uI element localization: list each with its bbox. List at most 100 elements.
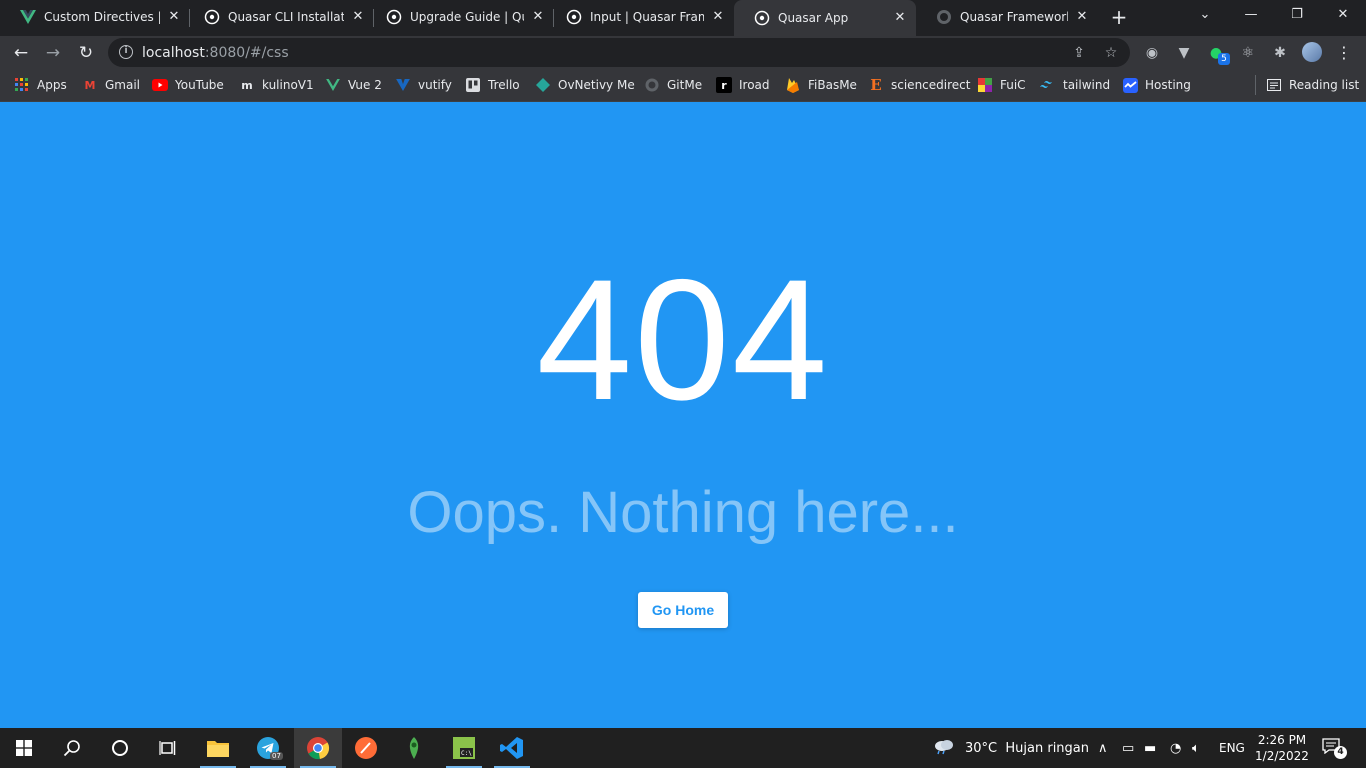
robo3t-icon[interactable] [390,728,438,768]
chrome-icon[interactable] [294,728,342,768]
bookmark-gmail[interactable]: M Gmail [82,76,141,94]
kulino-icon: m [241,78,253,92]
bookmark-vutify[interactable]: vutify [395,76,452,94]
github-icon [644,77,660,93]
search-icon[interactable] [48,728,96,768]
bookmark-ovnetivy[interactable]: OvNetivy Me [535,76,635,94]
telegram-icon[interactable]: 07 [244,728,292,768]
volume-icon[interactable]: 🔈︎ [1192,728,1200,768]
url-text[interactable]: localhost:8080/#/css [142,45,289,61]
forward-arrow-icon[interactable]: → [40,40,66,66]
tab-title: Quasar App [778,11,849,25]
bookmark-label: GitMe [667,78,703,92]
tab-close-icon[interactable]: ✕ [530,9,546,25]
bookmark-fibasme[interactable]: FiBasMe [785,76,857,94]
firebase-icon [785,77,801,93]
quasar-icon [386,9,402,25]
windows-start-icon[interactable] [0,728,48,768]
tab-close-icon[interactable]: ✕ [710,9,726,25]
vue-devtools-icon[interactable]: ▼ [1174,43,1194,63]
vscode-icon[interactable] [488,728,536,768]
bookmark-label: Vue 2 [348,78,382,92]
tab-title: Custom Directives | Vue [44,10,160,24]
bookmark-fuic[interactable]: FuiC [977,76,1026,94]
bookmark-label: vutify [418,78,452,92]
error-page: 404 Oops. Nothing here... Go Home [0,102,1366,728]
bookmark-tailwind[interactable]: tailwind [1040,76,1110,94]
hosting-icon [1122,77,1138,93]
bookmark-label: Iroad [739,78,770,92]
postman-icon[interactable] [342,728,390,768]
share-icon[interactable]: ⇪ [1070,44,1088,62]
meet-now-icon[interactable]: ▭ [1122,728,1134,768]
bookmark-sciencedirect[interactable]: E sciencedirect [868,76,970,94]
tab-quasar-cli[interactable]: Quasar CLI Installation ✕ [184,0,374,34]
extensions-puzzle-icon[interactable]: ✱ [1270,43,1290,63]
terminal-icon[interactable]: C:\ [440,728,488,768]
windows-taskbar: 07 C:\ 30°C Hujan ringan ∧ ▭ ▬ ◔ 🔈︎ ENG … [0,728,1366,768]
youtube-icon [152,77,168,93]
battery-icon[interactable]: ▬ [1144,728,1156,768]
bookmark-youtube[interactable]: YouTube [152,76,224,94]
go-home-button[interactable]: Go Home [638,592,728,628]
bookmark-apps[interactable]: Apps [14,76,67,94]
bookmark-label: Apps [37,78,67,92]
bookmark-gitme[interactable]: GitMe [644,76,702,94]
menu-dots-icon[interactable]: ⋮ [1336,43,1352,63]
bookmark-label: OvNetivy Me [558,78,635,92]
vue-icon [20,9,36,25]
trello-icon [465,77,481,93]
tab-upgrade-guide[interactable]: Upgrade Guide | Quasar ✕ [366,0,554,34]
tab-close-icon[interactable]: ✕ [350,9,366,25]
language-indicator[interactable]: ENG [1219,728,1245,768]
react-devtools-icon[interactable]: ⚛ [1238,43,1258,63]
bookmark-label: Hosting [1145,78,1191,92]
tab-close-icon[interactable]: ✕ [1074,9,1090,25]
cortana-icon[interactable] [96,728,144,768]
bookmark-vue2[interactable]: Vue 2 [325,76,382,94]
bookmark-label: kulinoV1 [262,78,314,92]
bookmarks-bar: Apps M Gmail YouTube m kulinoV1 Vue 2 vu… [0,69,1366,102]
reading-list-button[interactable]: Reading list [1266,76,1359,94]
tab-quasar-framework[interactable]: Quasar Framework ✕ [916,0,1098,34]
wifi-icon[interactable]: ◔ [1170,728,1181,768]
tab-quasar-app[interactable]: Quasar App ✕ [734,0,916,36]
tab-title: Upgrade Guide | Quasar [410,10,524,24]
reload-icon[interactable]: ↻ [73,40,99,66]
bookmark-iroad[interactable]: r Iroad [716,76,770,94]
bookmark-kulino[interactable]: m kulinoV1 [239,76,314,94]
tab-search-icon[interactable]: ⌄ [1182,0,1228,32]
tab-title: Quasar CLI Installation [228,10,344,24]
tray-chevron-icon[interactable]: ∧ [1098,728,1108,768]
notification-icon[interactable]: 4 [1322,738,1347,759]
address-bar[interactable]: i localhost:8080/#/css ⇪ ☆ [108,38,1130,67]
tab-close-icon[interactable]: ✕ [166,9,182,25]
telegram-badge: 07 [270,752,283,760]
tab-custom-directives[interactable]: Custom Directives | Vue ✕ [0,0,190,34]
tab-input[interactable]: Input | Quasar Framework ✕ [546,0,734,34]
notification-count: 4 [1334,746,1347,759]
site-info-icon[interactable]: i [119,45,133,59]
restore-button[interactable]: ❐ [1274,0,1320,32]
clock[interactable]: 2:26 PM 1/2/2022 [1252,732,1312,764]
tab-close-icon[interactable]: ✕ [892,10,908,26]
task-view-icon[interactable] [144,728,192,768]
new-tab-button[interactable]: + [1108,6,1130,28]
bookmark-label: tailwind [1063,78,1111,92]
file-explorer-icon[interactable] [194,728,242,768]
close-window-button[interactable]: ✕ [1320,0,1366,32]
quasar-icon [204,9,220,25]
avatar[interactable] [1302,42,1322,62]
bookmark-hosting[interactable]: Hosting [1122,76,1191,94]
error-message: Oops. Nothing here... [407,480,959,545]
bookmark-star-icon[interactable]: ☆ [1102,44,1120,62]
weather-widget[interactable]: 30°C Hujan ringan [933,728,1089,768]
vuetify-icon [395,77,411,93]
bookmark-trello[interactable]: Trello [465,76,520,94]
minimize-button[interactable]: — [1228,0,1274,32]
clock-time: 2:26 PM [1257,733,1307,747]
bookmark-label: sciencedirect [891,78,971,92]
bookmark-label: FiBasMe [808,78,857,92]
back-arrow-icon[interactable]: ← [8,40,34,66]
extension-circle-icon[interactable]: ◉ [1142,43,1162,63]
